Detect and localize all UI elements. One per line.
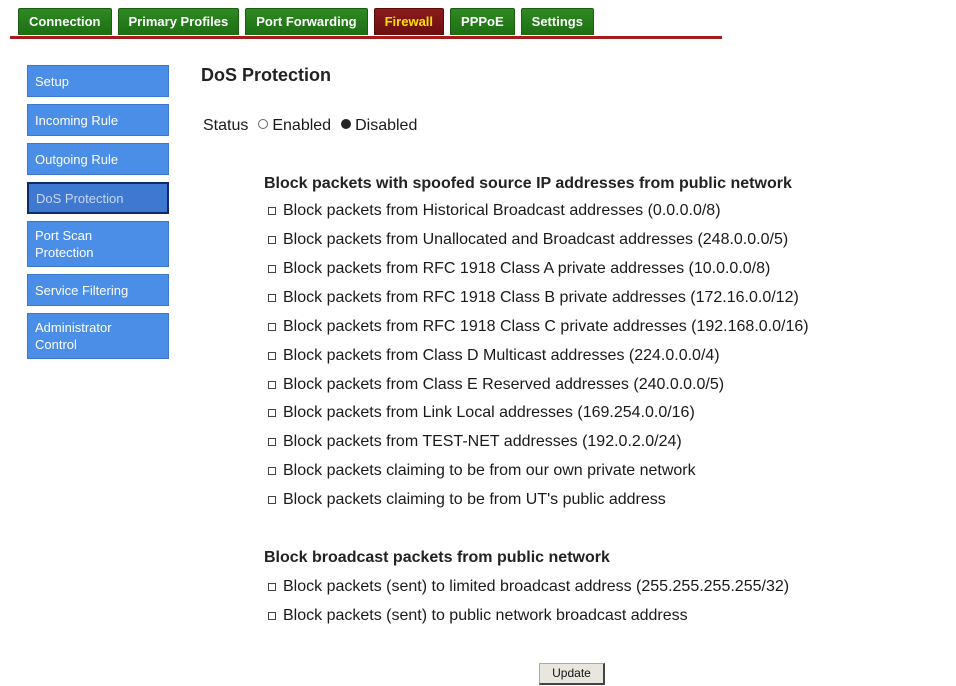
tab-firewall[interactable]: Firewall <box>373 8 445 35</box>
status-disabled-label: Disabled <box>355 117 418 134</box>
sidebar-item-label-line2: Control <box>35 337 77 352</box>
tab-connection[interactable]: Connection <box>18 8 112 35</box>
checkbox-label: Block packets from RFC 1918 Class B priv… <box>283 289 799 306</box>
checkbox[interactable] <box>268 323 276 331</box>
sidebar: Setup Incoming Rule Outgoing Rule DoS Pr… <box>27 65 169 366</box>
checkbox[interactable] <box>268 496 276 504</box>
spoof-option-unallocated-broadcast[interactable]: Block packets from Unallocated and Broad… <box>268 231 788 249</box>
spoof-option-class-d-multicast[interactable]: Block packets from Class D Multicast add… <box>268 347 720 365</box>
tab-primary-profiles[interactable]: Primary Profiles <box>117 8 240 35</box>
spoof-option-ut-public-address[interactable]: Block packets claiming to be from UT's p… <box>268 491 666 509</box>
sidebar-item-label: Port Scan Protection <box>35 227 94 261</box>
checkbox[interactable] <box>268 409 276 417</box>
spoof-option-link-local[interactable]: Block packets from Link Local addresses … <box>268 404 695 422</box>
checkbox[interactable] <box>268 294 276 302</box>
spoof-option-historical-broadcast[interactable]: Block packets from Historical Broadcast … <box>268 202 721 220</box>
page-title: DoS Protection <box>201 65 332 85</box>
sidebar-item-dos-protection[interactable]: DoS Protection <box>27 182 169 214</box>
tab-settings[interactable]: Settings <box>520 8 594 35</box>
checkbox-label: Block packets from RFC 1918 Class A priv… <box>283 260 771 277</box>
checkbox[interactable] <box>268 438 276 446</box>
checkbox-label: Block packets from Link Local addresses … <box>283 404 695 421</box>
nav-divider-line <box>10 36 722 39</box>
checkbox-label: Block packets (sent) to limited broadcas… <box>283 578 790 595</box>
top-navigation: Connection Primary Profiles Port Forward… <box>0 0 956 44</box>
checkbox[interactable] <box>268 467 276 475</box>
sidebar-item-label: Incoming Rule <box>35 112 119 128</box>
sidebar-item-port-scan-protection[interactable]: Port Scan Protection <box>27 221 169 267</box>
checkbox-label: Block packets from Historical Broadcast … <box>283 202 721 219</box>
checkbox[interactable] <box>268 352 276 360</box>
spoof-option-rfc1918-class-c[interactable]: Block packets from RFC 1918 Class C priv… <box>268 318 809 336</box>
checkbox[interactable] <box>268 236 276 244</box>
checkbox-label: Block packets from Class D Multicast add… <box>283 347 720 364</box>
checkbox-label: Block packets claiming to be from our ow… <box>283 462 696 479</box>
broadcast-section-title: Block broadcast packets from public netw… <box>264 549 610 566</box>
spoof-option-test-net[interactable]: Block packets from TEST-NET addresses (1… <box>268 433 682 451</box>
checkbox-label: Block packets from Class E Reserved addr… <box>283 376 725 393</box>
sidebar-item-label: DoS Protection <box>36 190 124 206</box>
broadcast-option-limited[interactable]: Block packets (sent) to limited broadcas… <box>268 578 789 596</box>
spoof-option-rfc1918-class-a[interactable]: Block packets from RFC 1918 Class A priv… <box>268 260 770 278</box>
checkbox[interactable] <box>268 583 276 591</box>
update-button[interactable]: Update <box>539 663 605 685</box>
checkbox[interactable] <box>268 207 276 215</box>
sidebar-item-service-filtering[interactable]: Service Filtering <box>27 274 169 306</box>
status-label: Status <box>203 117 249 134</box>
checkbox[interactable] <box>268 612 276 620</box>
tab-port-forwarding[interactable]: Port Forwarding <box>245 8 368 35</box>
status-row: Status Enabled Disabled <box>203 117 417 135</box>
checkbox[interactable] <box>268 265 276 273</box>
sidebar-item-label: Service Filtering <box>35 282 129 298</box>
checkbox-label: Block packets (sent) to public network b… <box>283 607 688 624</box>
checkbox-label: Block packets claiming to be from UT's p… <box>283 491 666 508</box>
spoof-option-own-private-network[interactable]: Block packets claiming to be from our ow… <box>268 462 696 480</box>
sidebar-item-administrator-control[interactable]: Administrator Control <box>27 313 169 359</box>
sidebar-item-label: Administrator Control <box>35 319 112 353</box>
sidebar-item-outgoing-rule[interactable]: Outgoing Rule <box>27 143 169 175</box>
checkbox-label: Block packets from TEST-NET addresses (1… <box>283 433 682 450</box>
checkbox-label: Block packets from Unallocated and Broad… <box>283 231 789 248</box>
spoof-option-class-e-reserved[interactable]: Block packets from Class E Reserved addr… <box>268 376 724 394</box>
sidebar-item-label-line1: Administrator <box>35 320 112 335</box>
tab-pppoe[interactable]: PPPoE <box>450 8 515 35</box>
checkbox[interactable] <box>268 381 276 389</box>
status-disabled-radio[interactable] <box>341 119 352 129</box>
status-enabled-radio[interactable] <box>258 119 269 129</box>
sidebar-item-incoming-rule[interactable]: Incoming Rule <box>27 104 169 136</box>
tab-bar: Connection Primary Profiles Port Forward… <box>18 8 594 35</box>
broadcast-option-public-network[interactable]: Block packets (sent) to public network b… <box>268 607 688 625</box>
sidebar-item-label-line1: Port Scan <box>35 228 93 243</box>
spoofed-section-title: Block packets with spoofed source IP add… <box>264 175 792 192</box>
checkbox-label: Block packets from RFC 1918 Class C priv… <box>283 318 809 335</box>
sidebar-item-label: Setup <box>35 73 69 89</box>
sidebar-item-label: Outgoing Rule <box>35 151 119 167</box>
sidebar-item-setup[interactable]: Setup <box>27 65 169 97</box>
sidebar-item-label-line2: Protection <box>35 245 94 260</box>
spoof-option-rfc1918-class-b[interactable]: Block packets from RFC 1918 Class B priv… <box>268 289 799 307</box>
status-enabled-label: Enabled <box>272 117 332 134</box>
